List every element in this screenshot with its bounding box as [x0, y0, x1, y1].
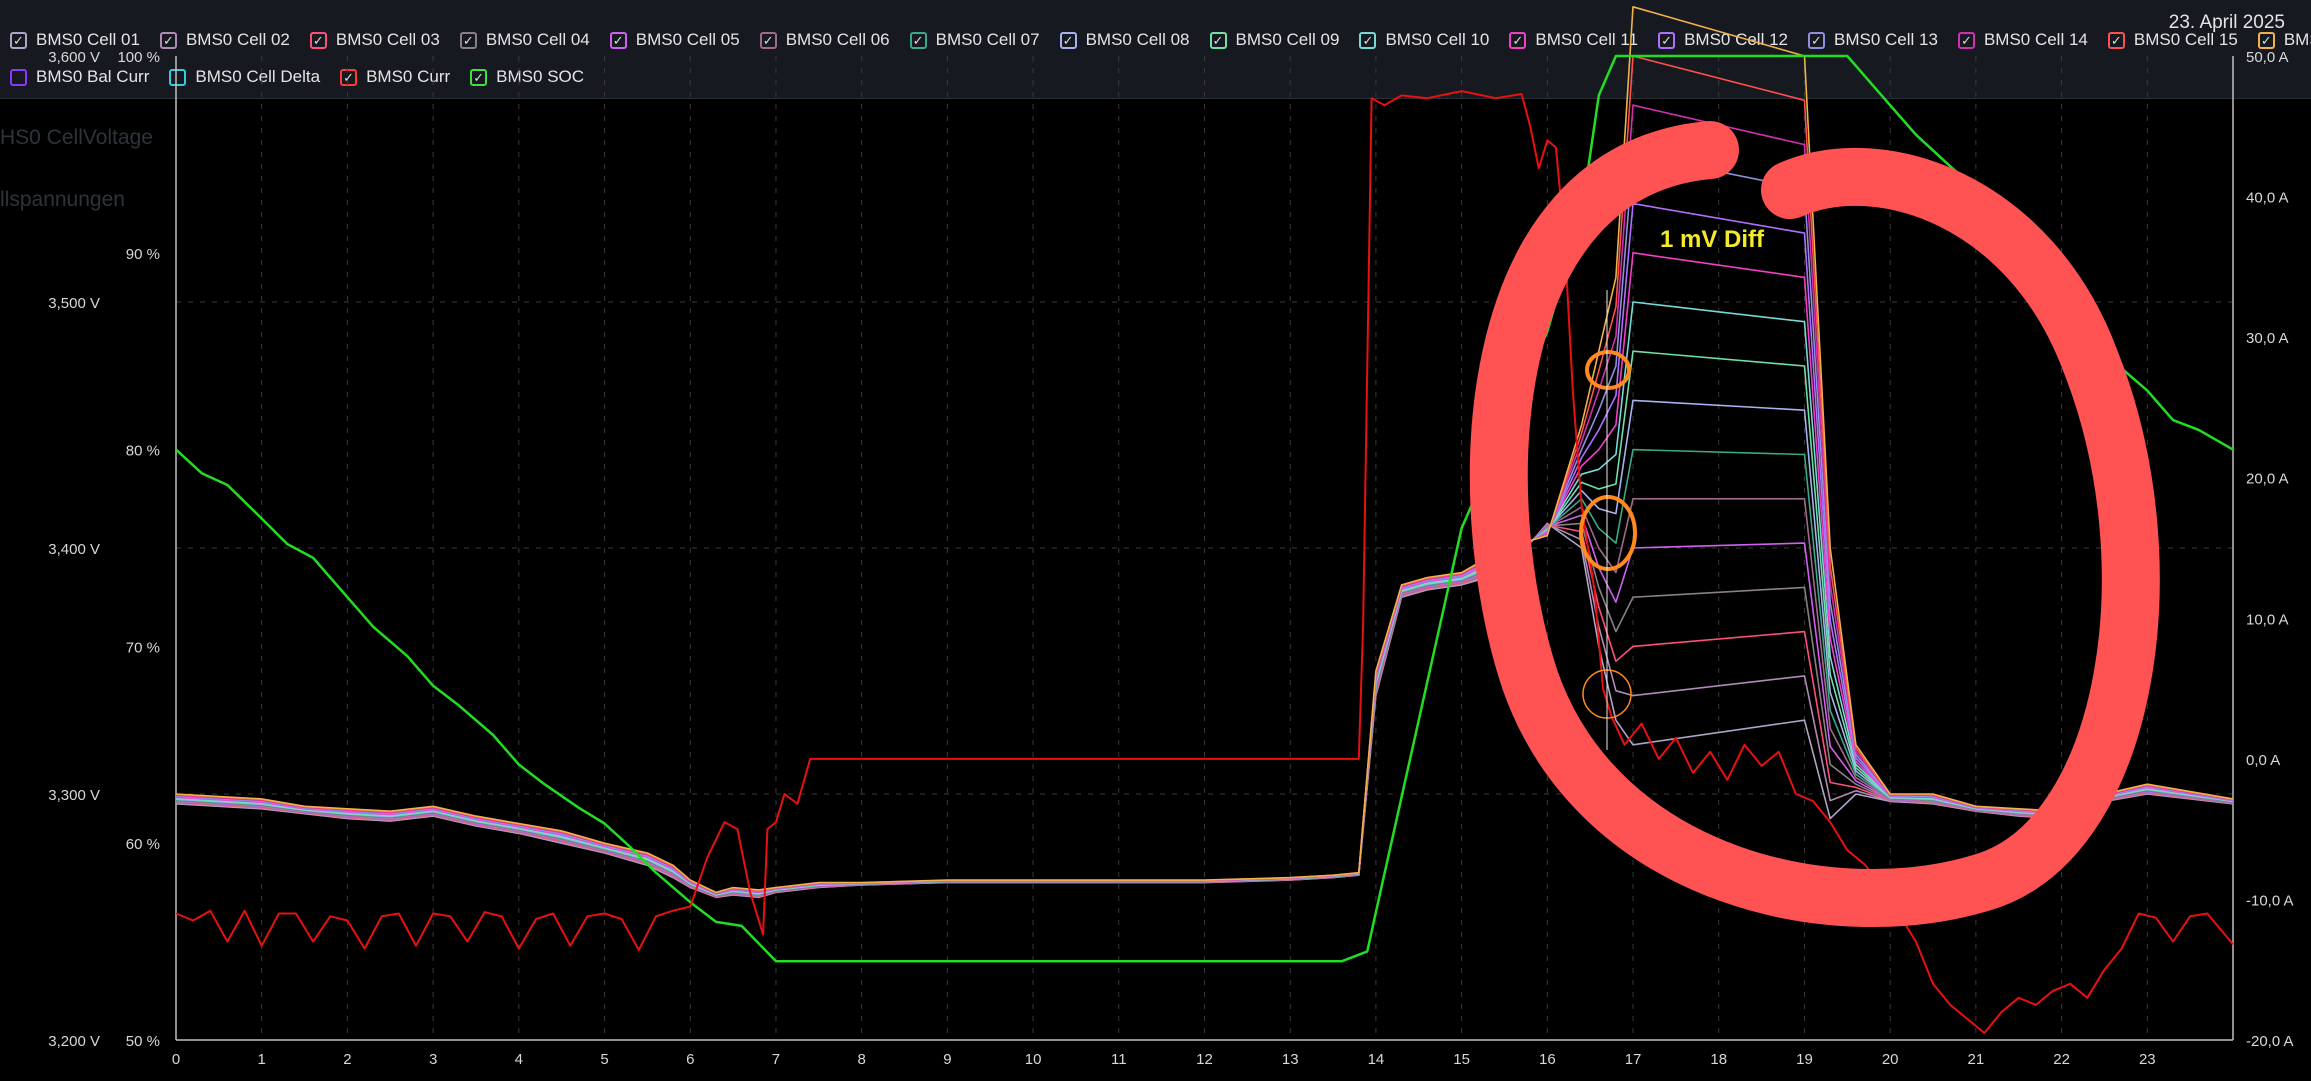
soc-tick-label: 50 % — [126, 1033, 160, 1050]
x-tick-label: 19 — [1796, 1051, 1813, 1068]
x-tick-label: 12 — [1196, 1051, 1213, 1068]
x-tick-label: 5 — [600, 1051, 608, 1068]
marker-circle — [1585, 350, 1631, 390]
x-tick-label: 17 — [1625, 1051, 1642, 1068]
voltage-tick-label: 3,500 V — [48, 295, 100, 312]
x-tick-label: 20 — [1882, 1051, 1899, 1068]
x-tick-label: 8 — [857, 1051, 865, 1068]
series-line-cell — [175, 104, 2234, 894]
x-tick-label: 0 — [172, 1051, 180, 1068]
current-tick-label: 10,0 A — [2246, 611, 2289, 628]
x-tick-label: 11 — [1111, 1051, 1127, 1068]
x-tick-label: 4 — [515, 1051, 523, 1068]
x-tick-label: 1 — [258, 1051, 266, 1068]
voltage-tick-label: 3,300 V — [48, 787, 100, 804]
current-tick-label: -10,0 A — [2246, 892, 2294, 909]
x-tick-label: 9 — [943, 1051, 951, 1068]
series-line-cell — [175, 523, 2234, 898]
current-tick-label: 50,0 A — [2246, 49, 2289, 66]
current-tick-label: 0,0 A — [2246, 752, 2280, 769]
x-tick-label: 13 — [1282, 1051, 1299, 1068]
x-tick-label: 2 — [343, 1051, 351, 1068]
soc-tick-label: 90 % — [126, 246, 160, 263]
voltage-tick-label: 3,400 V — [48, 541, 100, 558]
x-tick-label: 22 — [2053, 1051, 2070, 1068]
soc-tick-label: 60 % — [126, 836, 160, 853]
voltage-tick-label: 3,200 V — [48, 1033, 100, 1050]
voltage-tick-label: 3,600 V — [48, 49, 100, 66]
x-tick-label: 23 — [2139, 1051, 2156, 1068]
x-tick-label: 3 — [429, 1051, 437, 1068]
soc-tick-label: 80 % — [126, 443, 160, 460]
line-chart: 0 1 2 3 4 5 6 7 8 9 10 11 12 13 14 15 16 17 18 19 20 21 22 233,… — [48, 6, 2294, 1068]
annotation-text: 1 mV Diff — [1660, 226, 1765, 253]
x-tick-label: 18 — [1710, 1051, 1727, 1068]
x-tick-label: 21 — [1968, 1051, 1985, 1068]
x-tick-label: 10 — [1025, 1051, 1042, 1068]
series-line-cell — [175, 522, 2234, 899]
soc-tick-label: 100 % — [117, 49, 160, 66]
series-line-cell — [175, 153, 2234, 895]
x-tick-label: 16 — [1539, 1051, 1556, 1068]
current-tick-label: 20,0 A — [2246, 471, 2289, 488]
current-tick-label: 30,0 A — [2246, 330, 2289, 347]
x-tick-label: 14 — [1368, 1051, 1385, 1068]
current-tick-label: 40,0 A — [2246, 190, 2289, 207]
x-tick-label: 6 — [686, 1051, 694, 1068]
soc-tick-label: 70 % — [126, 639, 160, 656]
marker-circle — [1579, 495, 1637, 571]
current-tick-label: -20,0 A — [2246, 1033, 2294, 1050]
x-tick-label: 7 — [772, 1051, 780, 1068]
x-tick-label: 15 — [1453, 1051, 1470, 1068]
